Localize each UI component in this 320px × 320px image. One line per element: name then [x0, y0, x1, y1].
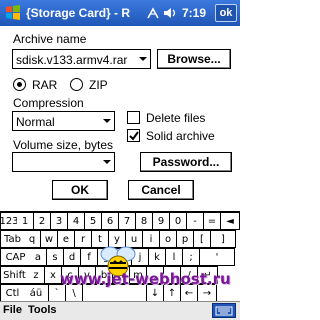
volume-size-combo[interactable] — [12, 152, 115, 172]
key[interactable]: s — [47, 248, 64, 266]
key[interactable]: [ — [194, 230, 211, 248]
checkmark-icon — [129, 131, 139, 141]
key[interactable]: o — [160, 230, 177, 248]
key[interactable]: i — [143, 230, 160, 248]
ok-button[interactable]: OK — [52, 180, 108, 200]
key[interactable]: Shift — [0, 266, 29, 284]
connectivity-icon[interactable] — [146, 6, 160, 20]
key[interactable]: 1 — [17, 212, 34, 230]
password-button[interactable]: Password... — [140, 152, 232, 172]
key[interactable]: 7 — [119, 212, 136, 230]
delete-files-checkbox[interactable] — [127, 111, 140, 124]
key[interactable]: ] — [211, 230, 236, 248]
window-title: {Storage Card} - R — [26, 6, 131, 20]
cancel-button-label: Cancel — [141, 183, 181, 197]
cancel-button[interactable]: Cancel — [128, 180, 194, 200]
clock-time[interactable]: 7:19 — [182, 6, 206, 20]
delete-files-label[interactable]: Delete files — [146, 111, 205, 125]
key[interactable]: ; — [183, 248, 200, 266]
key[interactable]: 6 — [102, 212, 119, 230]
windows-logo-icon[interactable] — [2, 2, 24, 24]
key[interactable]: ' — [200, 248, 235, 266]
key[interactable]: 5 — [85, 212, 102, 230]
key[interactable]: r — [75, 230, 92, 248]
zip-radio[interactable] — [70, 78, 83, 91]
volume-icon[interactable] — [163, 6, 177, 20]
key[interactable]: 123 — [0, 212, 19, 230]
key[interactable]: 9 — [153, 212, 170, 230]
key[interactable]: Tab — [0, 230, 25, 248]
keyboard-toggle-icon[interactable] — [212, 303, 236, 318]
title-bar: {Storage Card} - R 7:19 ok — [0, 0, 240, 26]
chevron-down-icon[interactable] — [136, 50, 150, 68]
key[interactable]: 3 — [51, 212, 68, 230]
key[interactable]: w — [41, 230, 58, 248]
menu-bar: File Tools — [0, 301, 240, 320]
solid-archive-label[interactable]: Solid archive — [146, 129, 215, 143]
browse-button[interactable]: Browse... — [157, 49, 231, 69]
watermark-text: www.jet-webhost.ru — [60, 270, 231, 288]
compression-value: Normal — [16, 115, 55, 129]
key[interactable]: f — [81, 248, 98, 266]
archive-name-combo[interactable]: sdisk.v133.armv4.rar — [12, 49, 151, 69]
key[interactable]: a — [30, 248, 47, 266]
menu-file[interactable]: File — [3, 304, 22, 316]
volume-size-label: Volume size, bytes — [13, 138, 114, 152]
key[interactable]: z — [28, 266, 45, 284]
key[interactable]: CAP — [0, 248, 31, 266]
rar-radio[interactable] — [13, 78, 26, 91]
chevron-down-icon[interactable] — [100, 153, 114, 171]
password-button-label: Password... — [152, 155, 220, 169]
key[interactable]: d — [64, 248, 81, 266]
menu-tools[interactable]: Tools — [28, 304, 57, 316]
key[interactable]: Ctl — [0, 284, 25, 302]
key[interactable]: q — [24, 230, 41, 248]
key[interactable]: 2 — [34, 212, 51, 230]
key[interactable]: 0 — [170, 212, 187, 230]
key[interactable]: - — [187, 212, 204, 230]
key[interactable]: p — [177, 230, 194, 248]
key[interactable]: áü — [24, 284, 49, 302]
key[interactable]: e — [58, 230, 75, 248]
archive-name-value: sdisk.v133.armv4.rar — [16, 53, 128, 67]
ok-button-label: OK — [71, 183, 89, 197]
key[interactable]: ◄ — [221, 212, 240, 230]
zip-label[interactable]: ZIP — [89, 78, 108, 92]
key[interactable]: = — [204, 212, 221, 230]
title-ok-button[interactable]: ok — [215, 4, 237, 22]
key[interactable]: k — [149, 248, 166, 266]
solid-archive-checkbox[interactable] — [127, 129, 140, 142]
rar-label[interactable]: RAR — [32, 78, 57, 92]
compression-combo[interactable]: Normal — [12, 111, 115, 131]
key[interactable]: 4 — [68, 212, 85, 230]
key[interactable]: l — [166, 248, 183, 266]
key[interactable]: 8 — [136, 212, 153, 230]
browse-button-label: Browse... — [167, 52, 221, 66]
archive-name-label: Archive name — [13, 32, 87, 46]
compression-label: Compression — [13, 96, 84, 110]
chevron-down-icon[interactable] — [100, 112, 114, 130]
